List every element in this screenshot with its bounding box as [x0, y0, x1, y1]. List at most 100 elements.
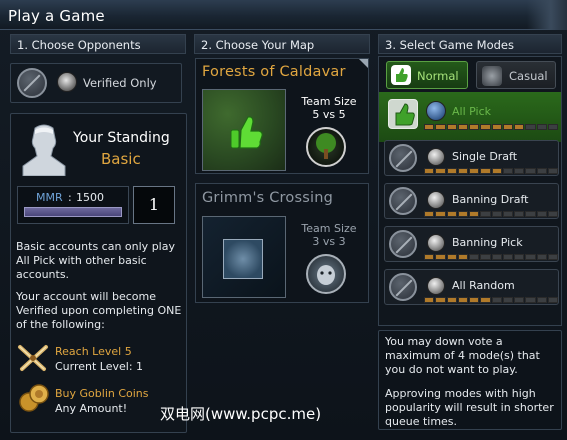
downvote-info: You may down vote a maximum of 4 mode(s)…: [385, 335, 540, 376]
popularity-segment: [514, 124, 525, 130]
mode-label: Single Draft: [452, 150, 518, 163]
popularity-segment: [480, 254, 491, 260]
tab-casual[interactable]: Casual: [476, 61, 556, 89]
verified-head-icon: [57, 72, 77, 92]
popularity-segment: [435, 211, 446, 217]
popularity-segment: [457, 124, 468, 130]
popularity-segment: [491, 124, 502, 130]
tab-label: Normal: [417, 69, 459, 83]
popularity-segment: [491, 168, 502, 174]
popularity-segment: [536, 254, 547, 260]
rank-number: 1: [133, 186, 175, 224]
popularity-segment: [446, 254, 457, 260]
verified-only-label: Verified Only: [83, 76, 157, 90]
popularity-segment: [480, 297, 491, 303]
popularity-segment: [457, 211, 468, 217]
mmr-box: MMR : 1500: [17, 186, 129, 224]
downvote-icon: [389, 230, 417, 258]
map-card-grimms-crossing[interactable]: Grimm's Crossing Team Size 3 vs 3: [195, 183, 369, 303]
popularity-segment: [446, 168, 457, 174]
popularity-segment: [435, 297, 446, 303]
popularity-segment: [469, 254, 480, 260]
popularity-segment: [536, 211, 547, 217]
popularity-bar: [424, 168, 558, 174]
all-random-icon: [427, 277, 445, 295]
popularity-segment: [424, 124, 435, 130]
popularity-segment: [547, 168, 558, 174]
basic-accounts-info: Basic accounts can only play All Pick wi…: [16, 240, 175, 281]
popularity-segment: [536, 297, 547, 303]
popularity-segment: [457, 168, 468, 174]
watermark-text: 双电网(www.pcpc.me): [160, 405, 322, 423]
play-a-game-window: Play a Game 1. Choose Opponents 2. Choos…: [0, 0, 567, 440]
popularity-segment: [469, 124, 480, 130]
popularity-segment: [547, 297, 558, 303]
team-size-value: 5 vs 5: [312, 108, 346, 121]
column-title: 1. Choose Opponents: [17, 38, 141, 52]
single-draft-icon: [427, 148, 445, 166]
downvote-icon: [389, 187, 417, 215]
goblin-coins-icon: [19, 384, 49, 412]
map-title: Forests of Caldavar: [202, 64, 346, 80]
tab-normal[interactable]: Normal: [386, 61, 468, 89]
selected-corner-marker: [359, 59, 368, 68]
disabled-icon: [17, 68, 47, 98]
banning-pick-icon: [427, 234, 445, 252]
popularity-segment: [547, 124, 558, 130]
mode-label: All Pick: [452, 105, 491, 118]
title-bar: Play a Game: [0, 0, 567, 30]
popularity-segment: [491, 297, 502, 303]
popularity-segment: [514, 211, 525, 217]
popularity-segment: [446, 211, 457, 217]
popularity-segment: [446, 124, 457, 130]
buy-goblin-coins-link[interactable]: Buy Goblin Coins: [55, 387, 149, 400]
map-card-forests-of-caldavar[interactable]: Forests of Caldavar Team Size 5 vs 5: [195, 58, 369, 174]
column-title: 2. Choose Your Map: [201, 38, 315, 52]
bust-icon: [22, 124, 66, 176]
mmr-label: MMR: [36, 191, 63, 204]
crossed-swords-icon: [18, 345, 48, 371]
popularity-segment: [502, 124, 513, 130]
banning-draft-icon: [427, 191, 445, 209]
popularity-segment: [525, 297, 536, 303]
reach-level-link[interactable]: Reach Level 5: [55, 345, 132, 358]
popularity-segment: [536, 168, 547, 174]
mmr-separator: :: [68, 191, 72, 204]
popularity-segment: [446, 297, 457, 303]
popularity-segment: [502, 168, 513, 174]
downvote-icon: [389, 144, 417, 172]
downvote-icon: [389, 273, 417, 301]
popularity-segment: [424, 254, 435, 260]
column-header-opponents: 1. Choose Opponents: [10, 34, 186, 54]
popularity-bar: [424, 124, 558, 130]
tree-icon: [306, 127, 346, 167]
popularity-segment: [502, 297, 513, 303]
standing-title: Your Standing: [73, 130, 170, 146]
column-title: 3. Select Game Modes: [385, 38, 514, 52]
standing-panel: Your Standing Basic MMR : 1500 1 Basic a…: [10, 113, 187, 433]
popularity-segment: [491, 211, 502, 217]
popularity-segment: [514, 168, 525, 174]
popularity-segment: [469, 297, 480, 303]
mode-label: All Random: [452, 279, 515, 292]
team-size-value: 3 vs 3: [312, 235, 346, 248]
popularity-segment: [547, 254, 558, 260]
popularity-bar: [424, 297, 558, 303]
popularity-segment: [514, 254, 525, 260]
popularity-segment: [435, 124, 446, 130]
popularity-bar: [424, 254, 558, 260]
popularity-segment: [469, 168, 480, 174]
all-pick-icon: [426, 101, 446, 121]
column-header-map: 2. Choose Your Map: [194, 34, 370, 54]
thumbs-up-icon: [230, 116, 263, 149]
modes-info-panel: You may down vote a maximum of 4 mode(s)…: [378, 330, 562, 430]
thumbs-up-icon: [388, 99, 418, 129]
popularity-segment: [457, 297, 468, 303]
approve-info: Approving modes with high popularity wil…: [385, 387, 554, 428]
mmr-value: 1500: [76, 191, 104, 204]
popularity-segment: [491, 254, 502, 260]
popularity-segment: [514, 297, 525, 303]
map-title: Grimm's Crossing: [202, 190, 333, 206]
popularity-segment: [525, 211, 536, 217]
verified-only-toggle[interactable]: Verified Only: [10, 63, 182, 103]
